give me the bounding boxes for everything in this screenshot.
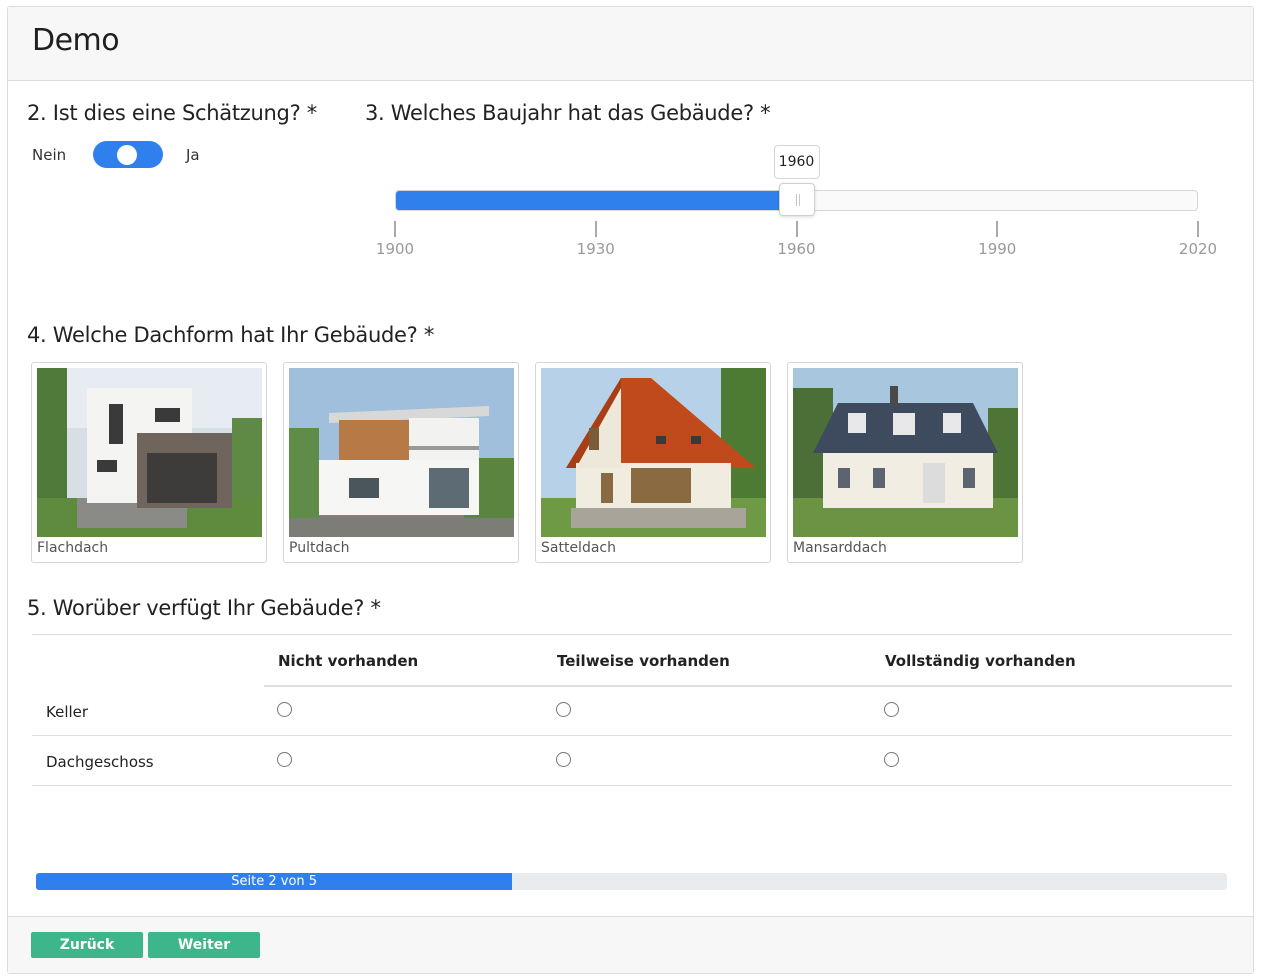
roof-option-pultdach[interactable]: Pultdach <box>283 362 519 563</box>
survey-card: Demo 2. Ist dies eine Schätzung? * Nein … <box>7 6 1254 974</box>
slider-tick <box>795 221 798 237</box>
question-3-title: 3. Welches Baujahr hat das Gebäude? * <box>365 101 771 125</box>
question-5-title: 5. Worüber verfügt Ihr Gebäude? * <box>27 596 381 620</box>
question-4-title: 4. Welche Dachform hat Ihr Gebäude? * <box>27 323 435 347</box>
satteldach-image <box>541 368 766 537</box>
slider-handle[interactable] <box>778 183 815 216</box>
slider-tick-label: 2020 <box>1178 240 1218 258</box>
roof-label: Pultdach <box>289 540 350 556</box>
progress-bar-fill: Seite 2 von 5 <box>36 873 513 890</box>
slider-tick-label: 1900 <box>375 240 415 258</box>
slider-tick-label: 1990 <box>978 240 1017 258</box>
row-label-keller: Keller <box>46 703 89 721</box>
column-header-partial: Teilweise vorhanden <box>557 652 730 670</box>
radio-keller-vollstaendig[interactable] <box>884 702 899 717</box>
radio-dachgeschoss-vollstaendig[interactable] <box>884 752 899 767</box>
toggle-on-label: Ja <box>186 146 200 164</box>
column-header-none: Nicht vorhanden <box>278 652 419 670</box>
slider-value-tooltip: 1960 <box>773 145 820 179</box>
question-2-title: 2. Ist dies eine Schätzung? * <box>27 101 317 125</box>
survey-header: Demo <box>8 7 1253 81</box>
estimate-toggle[interactable] <box>93 141 163 168</box>
matrix-top-border <box>32 634 1232 635</box>
roof-label: Mansarddach <box>793 540 887 556</box>
mansarddach-image <box>793 368 1018 537</box>
radio-dachgeschoss-nicht[interactable] <box>277 752 292 767</box>
roof-label: Satteldach <box>541 540 616 556</box>
slider-tick <box>594 221 597 237</box>
slider-tick-label: 1930 <box>576 240 615 258</box>
column-header-full: Vollständig vorhanden <box>885 652 1076 670</box>
survey-footer: Zurück Weiter <box>8 916 1253 973</box>
progress-bar-track: Seite 2 von 5 <box>36 873 1227 890</box>
slider-fill <box>396 191 797 210</box>
row-divider <box>32 735 1232 736</box>
row-divider <box>32 785 1232 786</box>
flachdach-image <box>37 368 262 537</box>
row-label-dachgeschoss: Dachgeschoss <box>46 753 154 771</box>
back-button[interactable]: Zurück <box>31 932 143 958</box>
pultdach-image <box>289 368 514 537</box>
radio-dachgeschoss-teilweise[interactable] <box>556 752 571 767</box>
survey-title: Demo <box>32 23 120 58</box>
slider-tick <box>996 221 999 237</box>
roof-label: Flachdach <box>37 540 109 556</box>
roof-option-satteldach[interactable]: Satteldach <box>535 362 771 563</box>
year-slider[interactable]: 1960 1900 1930 1960 1990 2020 <box>376 145 1217 258</box>
roof-option-flachdach[interactable]: Flachdach <box>31 362 267 563</box>
slider-tick <box>1197 221 1199 237</box>
slider-tick-label: 1960 <box>777 240 816 258</box>
next-button[interactable]: Weiter <box>148 932 260 958</box>
radio-keller-teilweise[interactable] <box>556 702 571 717</box>
header-divider <box>264 685 1232 687</box>
radio-keller-nicht[interactable] <box>277 702 292 717</box>
toggle-knob <box>117 145 137 165</box>
slider-tick <box>394 221 396 237</box>
toggle-off-label: Nein <box>32 146 67 164</box>
roof-option-mansarddach[interactable]: Mansarddach <box>787 362 1023 563</box>
